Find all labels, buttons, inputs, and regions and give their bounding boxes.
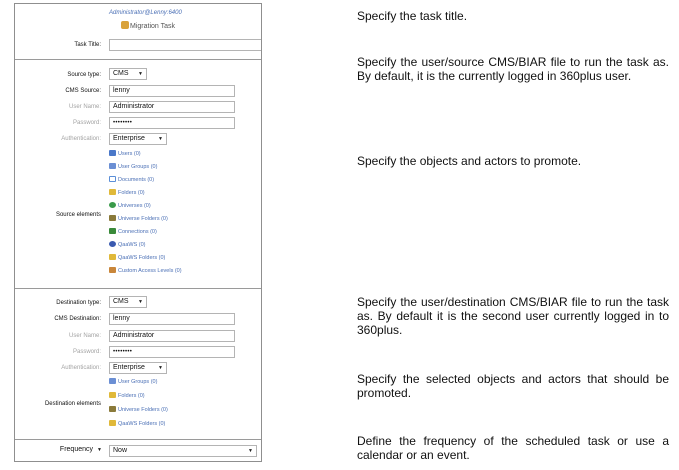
cms-destination-input[interactable]: lenny [109, 313, 235, 325]
destination-authentication-select[interactable]: Enterprise ▼ [109, 362, 167, 374]
frequency-type-select[interactable]: Frequency ▼ [37, 445, 105, 457]
task-title-input[interactable] [109, 39, 261, 51]
task-title-label: Task Title: [74, 42, 101, 48]
source-password-input[interactable]: •••••••• [109, 117, 235, 129]
destination-authentication-label: Authentication: [61, 365, 101, 371]
description-destination: Specify the user/destination CMS/BIAR fi… [357, 295, 669, 337]
destination-type-select[interactable]: CMS ▼ [109, 296, 147, 308]
source-element-folders[interactable]: Folders (0) [109, 189, 145, 198]
destination-authentication-value: Enterprise [113, 364, 145, 371]
qaaws-folder-icon [109, 420, 116, 426]
source-element-label: Documents (0) [118, 177, 155, 183]
source-type-label: Source type: [67, 72, 101, 78]
folder-icon [109, 392, 116, 398]
chevron-down-icon: ▼ [138, 71, 143, 77]
source-element-label: Custom Access Levels (0) [118, 268, 182, 274]
source-type-value: CMS [113, 70, 129, 77]
cms-destination-label: CMS Destination: [54, 316, 101, 322]
source-element-documents[interactable]: Documents (0) [109, 176, 154, 185]
destination-element-label: QaaWS Folders (0) [118, 421, 166, 427]
source-user-name-label: User Name: [68, 104, 101, 110]
destination-element-label: User Groups (0) [118, 379, 158, 385]
user-groups-icon [109, 378, 116, 384]
folder-icon [109, 189, 116, 195]
universe-folder-icon [109, 406, 116, 412]
source-element-label: Users (0) [118, 151, 141, 157]
source-element-user-groups[interactable]: User Groups (0) [109, 163, 157, 172]
cms-source-label: CMS Source: [65, 88, 101, 94]
source-user-name-input[interactable]: Administrator [109, 101, 235, 113]
destination-element-qaaws-folders[interactable]: QaaWS Folders (0) [109, 420, 165, 429]
source-authentication-label: Authentication: [61, 136, 101, 142]
chevron-down-icon: ▼ [138, 299, 143, 305]
chevron-down-icon: ▼ [158, 365, 163, 371]
qaaws-folder-icon [109, 254, 116, 260]
connections-icon [109, 228, 116, 234]
task-name: Migration Task [130, 23, 176, 30]
destination-password-label: Password: [72, 349, 101, 355]
user-groups-icon [109, 163, 116, 169]
source-password-label: Password: [72, 120, 101, 126]
task-header: Migration Task [121, 21, 175, 30]
migration-task-icon [121, 21, 129, 29]
destination-type-value: CMS [113, 298, 129, 305]
description-task-title: Specify the task title. [357, 9, 468, 23]
migration-task-panel: Administrator@Lenny:6400 Migration Task … [14, 3, 262, 462]
source-authentication-select[interactable]: Enterprise ▼ [109, 133, 167, 145]
frequency-label: Frequency [59, 446, 93, 453]
description-frequency: Define the frequency of the scheduled ta… [357, 434, 669, 462]
destination-element-label: Universe Folders (0) [118, 407, 168, 413]
source-element-universe-folders[interactable]: Universe Folders (0) [109, 215, 168, 224]
source-element-label: Connections (0) [118, 229, 157, 235]
source-element-universes[interactable]: Universes (0) [109, 202, 151, 211]
source-type-select[interactable]: CMS ▼ [109, 68, 147, 80]
chevron-down-icon: ▼ [97, 447, 102, 453]
documents-icon [109, 176, 116, 182]
destination-elements-label: Destination elements [44, 401, 101, 407]
destination-element-universe-folders[interactable]: Universe Folders (0) [109, 406, 168, 415]
source-authentication-value: Enterprise [113, 135, 145, 142]
destination-element-label: Folders (0) [118, 393, 145, 399]
source-element-label: Universes (0) [118, 203, 151, 209]
frequency-value-select[interactable]: Now ▼ [109, 445, 257, 457]
source-elements-label: Source elements [55, 212, 101, 218]
destination-element-user-groups[interactable]: User Groups (0) [109, 378, 157, 387]
universe-folder-icon [109, 215, 116, 221]
source-element-users[interactable]: Users (0) [109, 150, 141, 159]
destination-user-name-input[interactable]: Administrator [109, 330, 235, 342]
source-element-label: Universe Folders (0) [118, 216, 168, 222]
source-element-label: QaaWS Folders (0) [118, 255, 166, 261]
source-element-label: QaaWS (0) [118, 242, 146, 248]
destination-password-input[interactable]: •••••••• [109, 346, 235, 358]
destination-type-label: Destination type: [56, 300, 101, 306]
users-icon [109, 150, 116, 156]
qaaws-icon [109, 241, 116, 247]
frequency-value: Now [113, 447, 128, 454]
source-element-qaaws-folders[interactable]: QaaWS Folders (0) [109, 254, 165, 263]
access-levels-icon [109, 267, 116, 273]
destination-element-folders[interactable]: Folders (0) [109, 392, 145, 401]
section-divider [15, 288, 261, 289]
source-element-label: Folders (0) [118, 190, 145, 196]
server-link[interactable]: Administrator@Lenny:6400 [109, 10, 182, 16]
universes-icon [109, 202, 116, 208]
description-source-elements: Specify the objects and actors to promot… [357, 154, 582, 168]
destination-user-name-label: User Name: [68, 333, 101, 339]
source-element-qaaws[interactable]: QaaWS (0) [109, 241, 146, 250]
section-divider [15, 59, 261, 60]
source-element-custom-access-levels[interactable]: Custom Access Levels (0) [109, 267, 182, 276]
description-source: Specify the user/source CMS/BIAR file to… [357, 55, 669, 83]
source-element-label: User Groups (0) [118, 164, 158, 170]
chevron-down-icon: ▼ [248, 448, 253, 454]
description-destination-elements: Specify the selected objects and actors … [357, 372, 669, 400]
section-divider [15, 439, 261, 440]
cms-source-input[interactable]: lenny [109, 85, 235, 97]
source-element-connections[interactable]: Connections (0) [109, 228, 157, 237]
chevron-down-icon: ▼ [158, 136, 163, 142]
